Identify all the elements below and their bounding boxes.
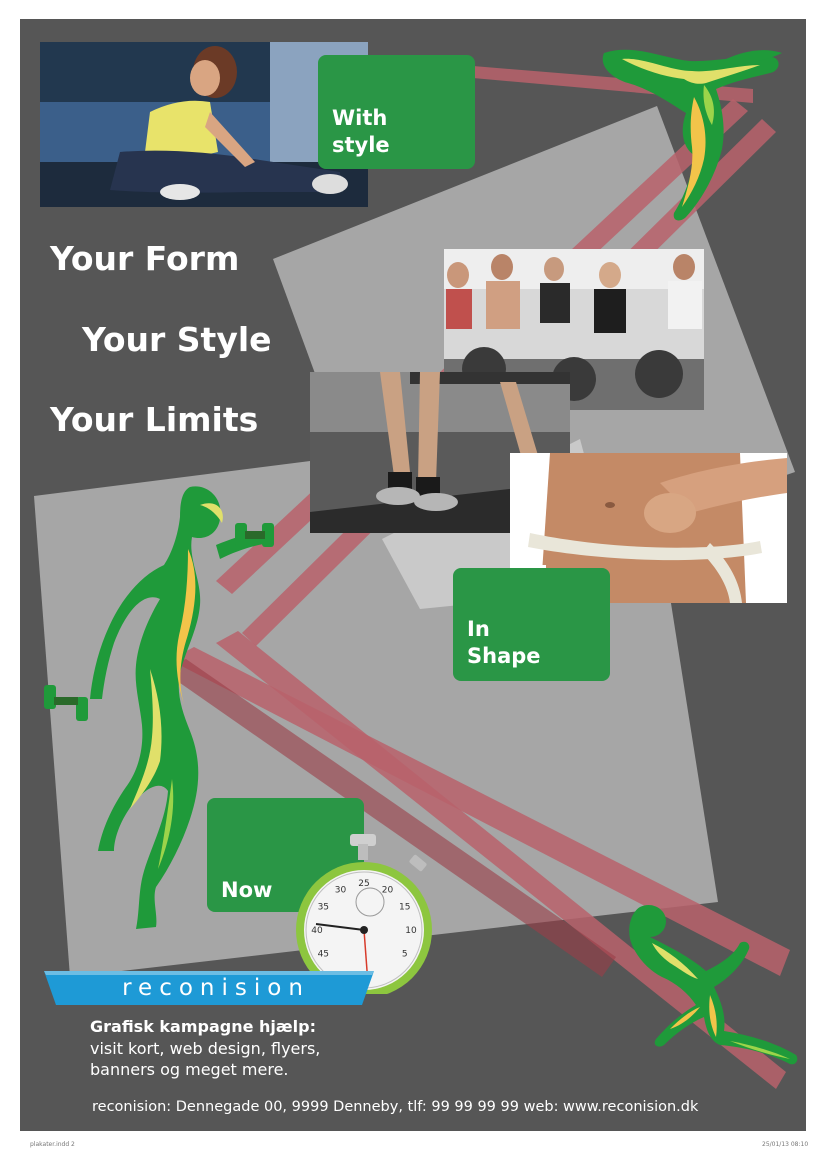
stopwatch-number: 10 (405, 926, 417, 936)
stopwatch-number: 20 (382, 885, 394, 895)
runner-figure-icon (629, 904, 798, 1065)
brand-name: reconision (122, 975, 310, 1001)
services-line-1: visit kort, web design, flyers, (90, 1039, 321, 1058)
services-line-2: banners og meget mere. (90, 1060, 289, 1079)
callout-in-shape-text: In Shape (467, 617, 541, 668)
callout-now-text: Now (221, 878, 273, 902)
stopwatch-number: 5 (402, 950, 408, 960)
callout-in-shape: In Shape (453, 568, 610, 681)
callout-with-style-text: With style (332, 106, 390, 157)
services-title: Grafisk kampagne hjælp: (90, 1017, 317, 1036)
print-file-label: plakater.indd 2 (30, 1141, 75, 1148)
stopwatch-icon: 45 40 35 30 25 20 15 10 5 (296, 834, 432, 994)
footer-contact: reconision: Dennegade 00, 9999 Denneby, … (92, 1099, 699, 1115)
headline-your-style: Your Style (82, 320, 272, 359)
stopwatch-number: 25 (358, 879, 369, 889)
headline-your-limits: Your Limits (50, 400, 259, 439)
stopwatch-number: 15 (399, 903, 410, 913)
dancer-figure-icon (602, 49, 782, 221)
headline-your-form: Your Form (50, 239, 240, 278)
print-timestamp: 25/01/13 08:10 (762, 1141, 809, 1148)
callout-with-style: With style (318, 55, 475, 169)
poster: With style Your Form Your Style Your Lim… (20, 19, 806, 1131)
stopwatch-number: 45 (318, 950, 329, 960)
stopwatch-number: 30 (335, 885, 347, 895)
stopwatch-number: 40 (311, 926, 323, 936)
stopwatch-number: 35 (318, 903, 329, 913)
